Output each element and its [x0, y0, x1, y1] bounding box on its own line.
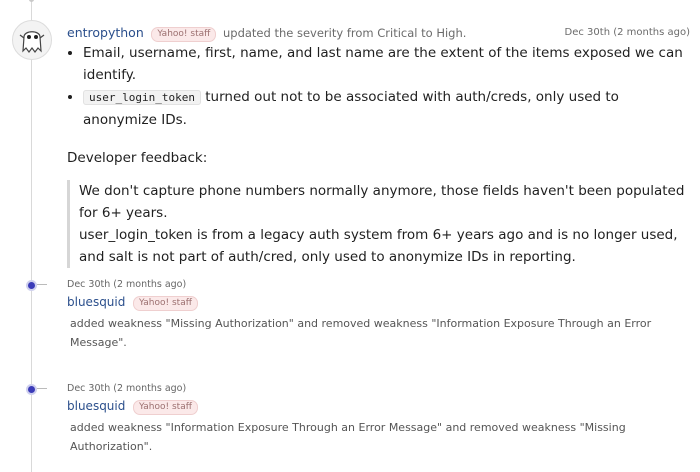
staff-badge: Yahoo! staff [133, 400, 198, 415]
timeline-dot [26, 280, 37, 291]
activity-header: bluesquid Yahoo! staff [67, 398, 198, 415]
activity-description: added weakness "Missing Authorization" a… [70, 317, 652, 349]
activity-header: bluesquid Yahoo! staff [67, 294, 198, 311]
list-item: Email, username, first, name, and last n… [83, 42, 692, 86]
quote-paragraph: user_login_token is from a legacy auth s… [79, 227, 678, 265]
staff-badge: Yahoo! staff [151, 27, 217, 42]
timeline-line [31, 0, 32, 472]
comment-body: Email, username, first, name, and last n… [67, 42, 692, 268]
avatar[interactable] [12, 20, 52, 60]
bullet-list: Email, username, first, name, and last n… [67, 42, 692, 131]
feedback-heading: Developer feedback: [67, 150, 208, 166]
quote-paragraph: We don't capture phone numbers normally … [79, 183, 685, 221]
comment-header: entropython Yahoo! staff updated the sev… [67, 24, 690, 42]
timeline-dot [29, 0, 34, 2]
timeline-dot [26, 384, 37, 395]
list-item: user_login_token turned out not to be as… [83, 86, 692, 131]
timeline-connector [37, 388, 47, 389]
inline-code: user_login_token [83, 90, 201, 105]
activity-description: added weakness "Information Exposure Thr… [70, 421, 626, 453]
activity-timestamp[interactable]: Dec 30th (2 months ago) [67, 383, 186, 395]
blockquote: We don't capture phone numbers normally … [67, 180, 692, 268]
username-link[interactable]: bluesquid [67, 295, 125, 309]
timeline-connector [37, 284, 47, 285]
comment-action: updated the severity from Critical to Hi… [222, 26, 467, 40]
username-link[interactable]: entropython [67, 25, 144, 40]
activity-timestamp[interactable]: Dec 30th (2 months ago) [67, 279, 186, 291]
username-link[interactable]: bluesquid [67, 399, 125, 413]
staff-badge: Yahoo! staff [133, 296, 198, 311]
comment-timestamp[interactable]: Dec 30th (2 months ago) [565, 24, 690, 42]
ghost-avatar-icon [13, 21, 51, 59]
